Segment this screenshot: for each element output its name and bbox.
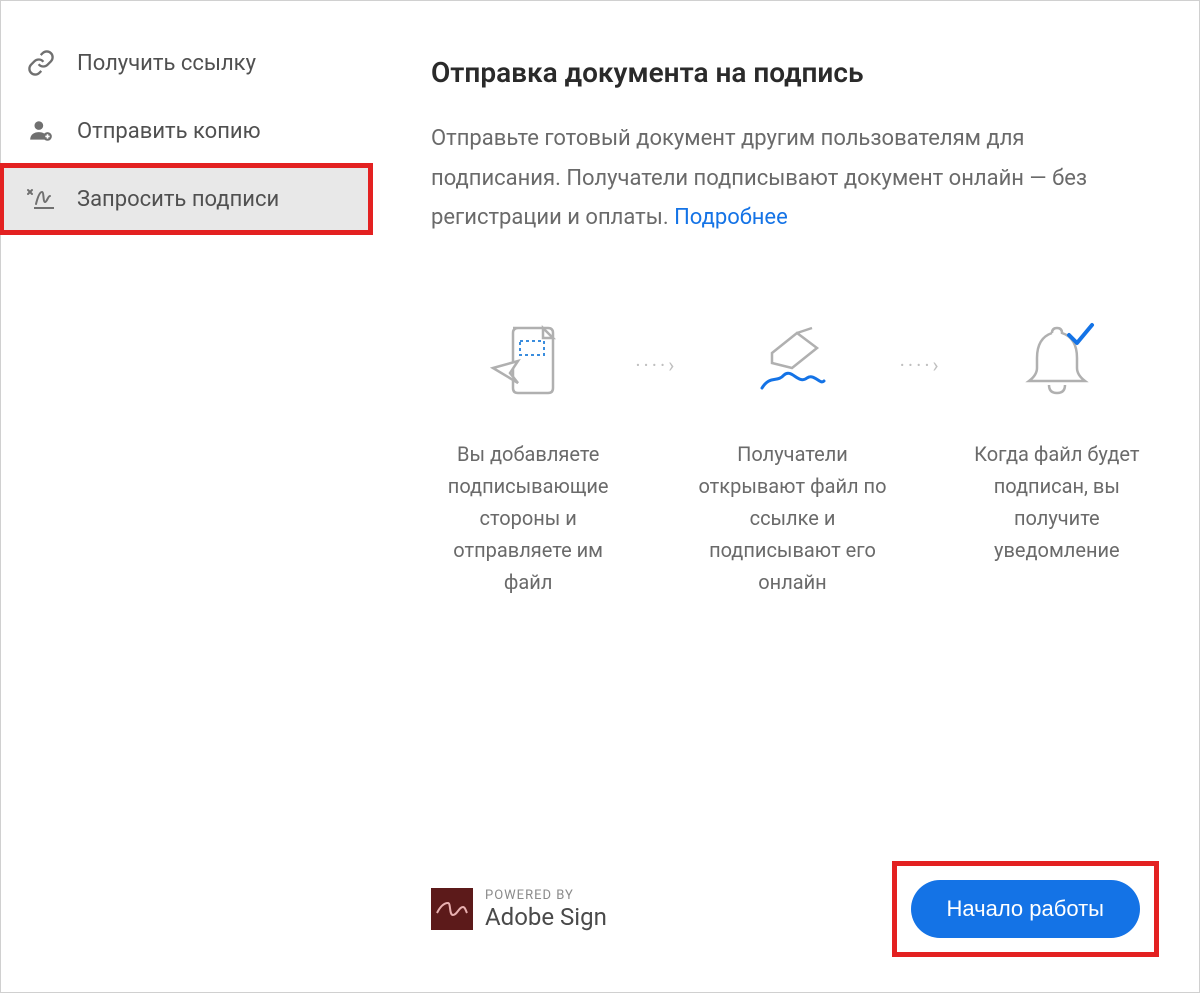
powered-by-label: POWERED BY	[485, 888, 607, 903]
arrow-icon: ····›	[900, 308, 950, 377]
sidebar-item-get-link[interactable]: Получить ссылку	[1, 29, 371, 97]
person-add-icon	[25, 115, 57, 147]
step-2-text: Получатели открывают файл по ссылке и по…	[695, 438, 889, 598]
get-started-button[interactable]: Начало работы	[911, 880, 1140, 938]
brand-name: Adobe Sign	[485, 903, 607, 931]
learn-more-link[interactable]: Подробнее	[674, 205, 788, 230]
sidebar-item-label: Получить ссылку	[77, 51, 256, 76]
signature-icon	[25, 183, 57, 215]
step-1-text: Вы добавляете подписывающие стороны и от…	[431, 438, 625, 598]
page-heading: Отправка документа на подпись	[431, 56, 1154, 89]
step-3: Когда файл будет подписан, вы получите у…	[960, 308, 1154, 566]
bell-check-icon	[960, 308, 1154, 418]
footer: POWERED BY Adobe Sign Начало работы	[431, 826, 1154, 962]
powered-by: POWERED BY Adobe Sign	[431, 888, 607, 931]
document-send-icon	[431, 308, 625, 418]
link-icon	[25, 47, 57, 79]
sidebar-item-label: Запросить подписи	[77, 187, 279, 212]
sidebar-item-send-copy[interactable]: Отправить копию	[1, 97, 371, 165]
sign-online-icon	[695, 308, 889, 418]
page-description: Отправьте готовый документ другим пользо…	[431, 119, 1154, 238]
steps-row: Вы добавляете подписывающие стороны и от…	[431, 308, 1154, 598]
step-3-text: Когда файл будет подписан, вы получите у…	[960, 438, 1154, 566]
sidebar: Получить ссылку Отправить копию	[1, 1, 371, 992]
sidebar-item-label: Отправить копию	[77, 119, 261, 144]
step-2: Получатели открывают файл по ссылке и по…	[695, 308, 889, 598]
cta-highlight: Начало работы	[897, 866, 1154, 952]
arrow-icon: ····›	[635, 308, 685, 377]
sidebar-item-request-signatures[interactable]: Запросить подписи	[1, 165, 371, 233]
main-content: Отправка документа на подпись Отправьте …	[371, 1, 1199, 992]
adobe-sign-logo-icon	[431, 888, 473, 930]
step-1: Вы добавляете подписывающие стороны и от…	[431, 308, 625, 598]
